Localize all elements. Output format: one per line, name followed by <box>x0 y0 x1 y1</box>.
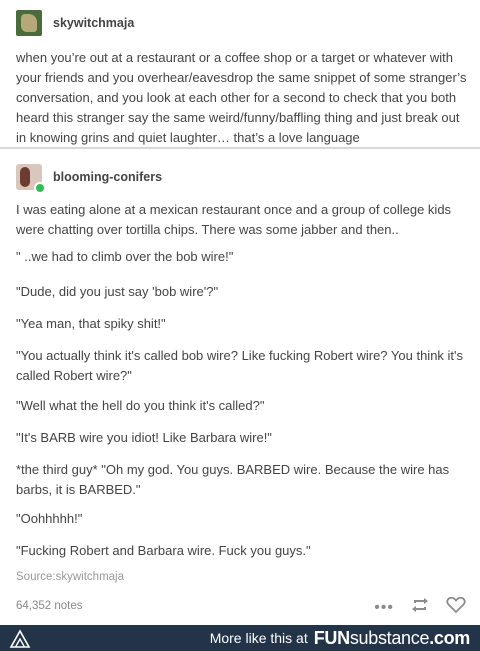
watermark-banner[interactable]: More like this at FUNsubstance.com <box>0 625 480 651</box>
notes-count[interactable]: 64,352 notes <box>16 600 83 612</box>
paragraph: "Fucking Robert and Barbara wire. Fuck y… <box>16 543 311 558</box>
follow-badge-icon <box>34 182 46 194</box>
avatar[interactable] <box>16 10 42 36</box>
post-actions: ••• <box>358 596 466 619</box>
username[interactable]: skywitchmaja <box>53 16 134 30</box>
avatar[interactable] <box>16 164 46 194</box>
paragraph: *the third guy* "Oh my god. You guys. BA… <box>16 462 450 497</box>
funsubstance-logo-icon <box>9 629 31 648</box>
source-link[interactable]: Source:skywitchmaja <box>16 571 124 583</box>
divider <box>0 147 480 149</box>
tumblr-post: skywitchmaja when you’re out at a restau… <box>0 0 480 625</box>
footer-text: More like this at <box>209 630 308 646</box>
paragraph: I was eating alone at a mexican restaura… <box>16 202 452 237</box>
paragraph: " ..we had to climb over the bob wire!" <box>16 249 234 264</box>
post-header-2: blooming-conifers <box>16 164 162 194</box>
reblog-icon[interactable] <box>410 596 430 619</box>
heart-icon[interactable] <box>446 596 466 619</box>
username[interactable]: blooming-conifers <box>53 170 162 184</box>
paragraph: "Dude, did you just say 'bob wire'?" <box>16 284 219 299</box>
ellipsis-icon[interactable]: ••• <box>374 597 394 619</box>
post-header-1: skywitchmaja <box>16 10 134 36</box>
paragraph: "Well what the hell do you think it's ca… <box>16 398 265 413</box>
paragraph: "It's BARB wire you idiot! Like Barbara … <box>16 430 272 445</box>
post-text: when you’re out at a restaurant or a cof… <box>16 50 467 145</box>
paragraph: "You actually think it's called bob wire… <box>16 348 464 383</box>
paragraph: "Oohhhhh!" <box>16 511 83 526</box>
paragraph: "Yea man, that spiky shit!" <box>16 316 166 331</box>
brand-name: FUNsubstance.com <box>313 627 471 648</box>
